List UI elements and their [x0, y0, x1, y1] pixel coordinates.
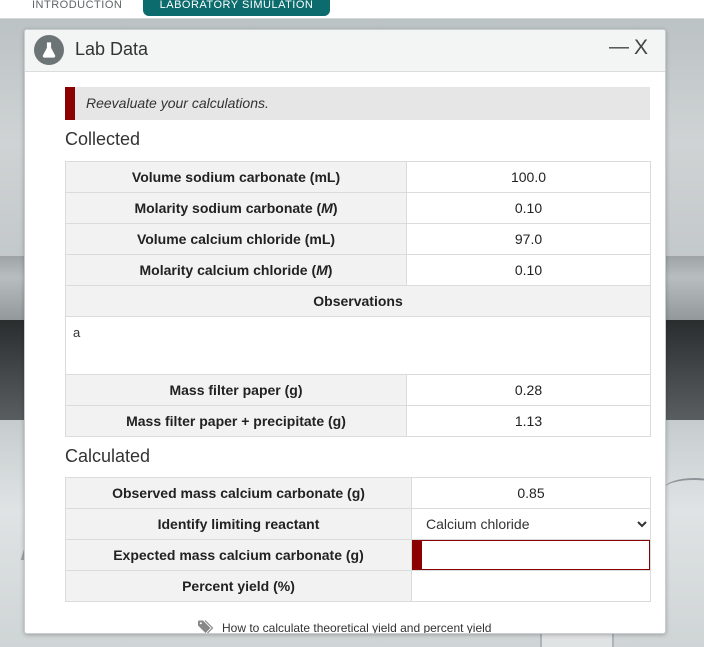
observations-header-row: Observations: [65, 285, 651, 317]
calculated-table: Observed mass calcium carbonate (g) 0.85…: [65, 477, 651, 602]
panel-title: Lab Data: [75, 39, 149, 59]
label-text: Volume sodium carbonate (mL): [131, 169, 341, 185]
table-row: Volume sodium carbonate (mL) 100.0: [65, 161, 651, 193]
row-value: 0.10: [406, 254, 651, 286]
row-label: Molarity sodium carbonate (M): [65, 192, 407, 224]
row-value: 0.10: [406, 192, 651, 224]
row-value: 0.28: [406, 374, 651, 406]
collected-heading: Collected: [65, 129, 141, 149]
row-value: 100.0: [406, 161, 651, 193]
tab-laboratory-simulation[interactable]: LABORATORY SIMULATION: [143, 0, 330, 16]
calculated-heading: Calculated: [65, 446, 151, 466]
row-label: Molarity calcium chloride (M): [65, 254, 407, 286]
table-row: Expected mass calcium carbonate (g): [65, 539, 651, 571]
flask-icon: [34, 35, 64, 65]
label-text: ): [332, 200, 338, 216]
tag-icon: [197, 619, 214, 633]
table-row: Identify limiting reactant Calcium chlor…: [65, 508, 651, 540]
row-label: Volume sodium carbonate (mL): [65, 161, 407, 193]
table-row: Percent yield (%): [65, 570, 651, 602]
label-italic: M: [316, 262, 328, 278]
expected-mass-input[interactable]: [412, 540, 650, 570]
table-row: Observed mass calcium carbonate (g) 0.85: [65, 477, 651, 509]
close-button[interactable]: X: [634, 36, 648, 60]
table-row: Mass filter paper + precipitate (g) 1.13: [65, 405, 651, 437]
table-row: Volume calcium chloride (mL) 97.0: [65, 223, 651, 255]
wire-shape: [664, 478, 704, 500]
row-value: 1.13: [406, 405, 651, 437]
limiting-reactant-select[interactable]: Calcium chloride: [412, 509, 650, 539]
observations-label: Observations: [65, 285, 651, 317]
label-text: Volume calcium chloride (mL): [136, 231, 336, 247]
help-link[interactable]: How to calculate theoretical yield and p…: [197, 619, 491, 633]
observed-mass-label: Observed mass calcium carbonate (g): [65, 477, 412, 509]
lab-data-panel: Lab Data — X Reevaluate your calculation…: [24, 29, 666, 634]
label-italic: M: [321, 200, 333, 216]
percent-yield-value[interactable]: [411, 570, 651, 602]
recalculate-alert: Reevaluate your calculations.: [65, 87, 650, 120]
observations-row: a: [65, 316, 651, 375]
limiting-reactant-label: Identify limiting reactant: [65, 508, 412, 540]
row-label: Mass filter paper + precipitate (g): [65, 405, 407, 437]
limiting-reactant-cell: Calcium chloride: [411, 508, 651, 540]
panel-header[interactable]: Lab Data — X: [25, 30, 665, 72]
help-link-text[interactable]: How to calculate theoretical yield and p…: [222, 621, 491, 633]
table-row: Molarity sodium carbonate (M) 0.10: [65, 192, 651, 224]
row-label: Volume calcium chloride (mL): [65, 223, 407, 255]
observations-value: a: [65, 316, 651, 375]
label-text: Molarity sodium carbonate (: [134, 200, 322, 216]
row-label: Mass filter paper (g): [65, 374, 407, 406]
collected-table: Volume sodium carbonate (mL) 100.0 Molar…: [65, 161, 651, 437]
label-text: ): [327, 262, 333, 278]
minimize-button[interactable]: —: [609, 36, 629, 59]
expected-mass-cell: [411, 539, 651, 571]
observed-mass-value: 0.85: [411, 477, 651, 509]
tab-introduction[interactable]: INTRODUCTION: [32, 0, 122, 16]
table-row: Mass filter paper (g) 0.28: [65, 374, 651, 406]
table-row: Molarity calcium chloride (M) 0.10: [65, 254, 651, 286]
row-value: 97.0: [406, 223, 651, 255]
expected-mass-label: Expected mass calcium carbonate (g): [65, 539, 412, 571]
percent-yield-label: Percent yield (%): [65, 570, 412, 602]
top-navigation: INTRODUCTION LABORATORY SIMULATION: [0, 0, 704, 19]
label-text: Molarity calcium chloride (: [139, 262, 317, 278]
